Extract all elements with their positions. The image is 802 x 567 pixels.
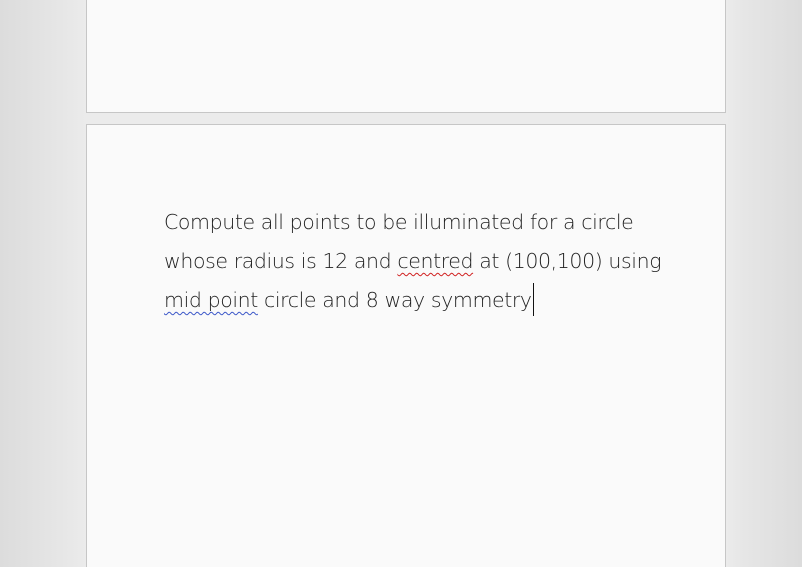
document-page-current[interactable]: Compute all points to be illuminated for… (86, 124, 726, 567)
text-segment: at (100,100) using (473, 249, 662, 273)
document-page-previous[interactable] (86, 0, 726, 113)
document-body-text[interactable]: Compute all points to be illuminated for… (164, 203, 664, 320)
text-line-1: Compute all points to be illuminated for… (164, 203, 664, 242)
text-segment: whose radius is 12 and (164, 249, 398, 273)
text-cursor (532, 283, 534, 316)
grammar-error-phrase[interactable]: mid point (164, 288, 258, 312)
text-segment: Compute all points to be illuminated for… (164, 210, 634, 234)
text-segment: circle and 8 way symmetry (257, 288, 532, 312)
text-line-3: mid point circle and 8 way symmetry (164, 281, 664, 320)
spelling-error-word[interactable]: centred (397, 249, 473, 273)
text-line-2: whose radius is 12 and centred at (100,1… (164, 242, 664, 281)
